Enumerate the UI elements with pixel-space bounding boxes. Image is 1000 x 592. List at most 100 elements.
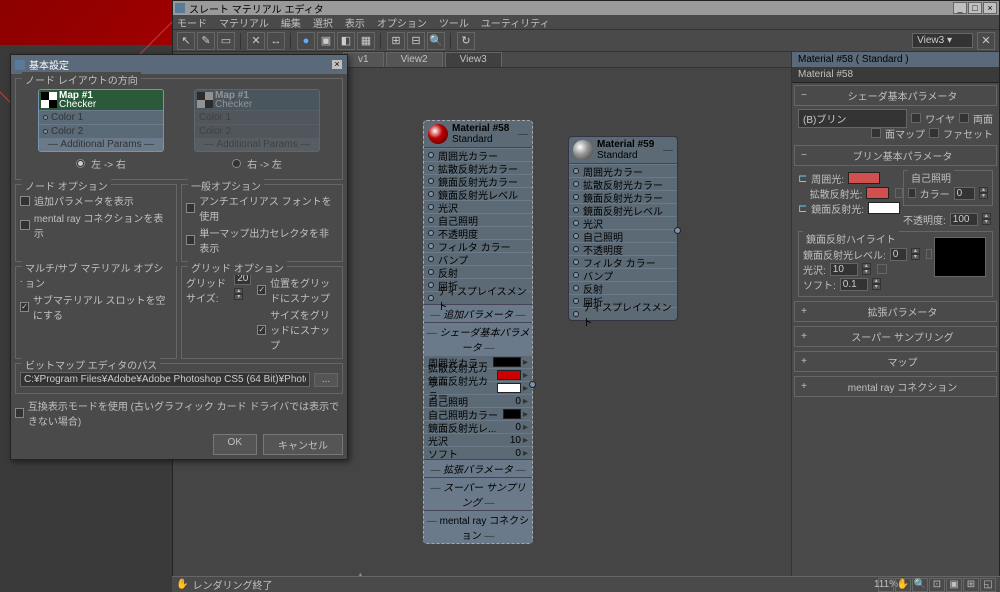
node-param[interactable]: バンプ xyxy=(424,252,532,265)
speclevel-spinner[interactable]: 0 xyxy=(890,248,907,261)
tab-view2[interactable]: View2 xyxy=(386,52,443,67)
browse-button[interactable]: ... xyxy=(314,373,338,387)
chk-emptyslots[interactable]: ✓ xyxy=(20,302,29,312)
node-param[interactable]: 自己照明 xyxy=(569,229,677,242)
chk-hideselector[interactable] xyxy=(186,235,195,245)
nav-zoom-icon[interactable]: 🔍 xyxy=(912,578,928,592)
node-param[interactable]: ディスプレイスメント xyxy=(569,307,677,320)
map-slot[interactable] xyxy=(926,249,932,259)
chk-mentalray[interactable] xyxy=(20,220,30,230)
node-param-swatch[interactable]: 自己照明カラー▸ xyxy=(424,407,532,420)
menu-select[interactable]: 選択 xyxy=(313,15,333,30)
tool-layout2-icon[interactable]: ⊟ xyxy=(407,32,425,50)
titlebar[interactable]: スレート マテリアル エディタ _ □ × xyxy=(173,1,999,15)
node-param[interactable]: 周囲光カラー xyxy=(424,148,532,161)
chk-addparams[interactable] xyxy=(20,196,30,206)
si-spinner[interactable]: 0 xyxy=(954,187,975,200)
node-param[interactable]: 鏡面反射光カラー xyxy=(569,190,677,203)
nav-all-icon[interactable]: ◱ xyxy=(980,578,996,592)
map-slot[interactable] xyxy=(877,264,887,274)
node-header[interactable]: Material #58Standard — xyxy=(424,121,532,148)
chk-compat[interactable] xyxy=(15,408,24,418)
node-param[interactable]: 鏡面反射光レベル xyxy=(424,187,532,200)
menu-tools[interactable]: ツール xyxy=(439,15,469,30)
tool-showmap-icon[interactable]: ▦ xyxy=(357,32,375,50)
tool-refresh-icon[interactable]: ↻ xyxy=(457,32,475,50)
node-param[interactable]: バンプ xyxy=(569,268,677,281)
radio-rl[interactable] xyxy=(232,159,241,168)
node-param[interactable]: 拡散反射光カラー xyxy=(424,161,532,174)
menu-material[interactable]: マテリアル xyxy=(219,15,269,30)
opacity-spinner[interactable]: 100 xyxy=(950,213,978,226)
menu-view[interactable]: 表示 xyxy=(345,15,365,30)
node-param[interactable]: 光沢 xyxy=(424,200,532,213)
tool-sphere-icon[interactable]: ● xyxy=(297,32,315,50)
tool-delview-icon[interactable]: ✕ xyxy=(977,32,995,50)
nav-extents-icon[interactable]: ⊞ xyxy=(963,578,979,592)
lock-icon[interactable]: ⊏ xyxy=(798,172,807,185)
node-section[interactable]: — 拡張パラメータ — xyxy=(424,459,532,477)
shader-rollout[interactable]: −シェーダ基本パラメータ xyxy=(794,85,997,106)
nav-pan-icon[interactable]: ✋ xyxy=(895,578,911,592)
collapse-icon[interactable]: — xyxy=(663,145,673,156)
node-param[interactable]: フィルタ カラー xyxy=(569,255,677,268)
node-param[interactable]: 自己照明 xyxy=(424,213,532,226)
node-param[interactable]: 不透明度 xyxy=(424,226,532,239)
menu-options[interactable]: オプション xyxy=(377,15,427,30)
menu-mode[interactable]: モード xyxy=(177,15,207,30)
chk-snapsize[interactable]: ✓ xyxy=(257,325,266,335)
hand-icon[interactable]: ✋ xyxy=(176,579,188,590)
node-param[interactable]: 鏡面反射光レベル xyxy=(569,203,677,216)
collapse-icon[interactable]: — xyxy=(518,129,528,140)
nav-fit-icon[interactable]: ⊡ xyxy=(929,578,945,592)
node-header[interactable]: Material #59Standard — xyxy=(569,137,677,164)
node-param-val[interactable]: ソフト0▸ xyxy=(424,446,532,459)
cancel-button[interactable]: キャンセル xyxy=(263,434,343,455)
menu-edit[interactable]: 編集 xyxy=(281,15,301,30)
map-slot[interactable] xyxy=(895,188,903,198)
dialog-close-button[interactable]: × xyxy=(331,59,343,70)
tab-view1[interactable]: v1 xyxy=(343,52,384,67)
tool-search-icon[interactable]: 🔍 xyxy=(427,32,445,50)
tool-show-icon[interactable]: ◧ xyxy=(337,32,355,50)
node-param[interactable]: 反射 xyxy=(424,265,532,278)
node-section[interactable]: — 追加パラメータ — xyxy=(424,304,532,322)
node-param[interactable]: 拡散反射光カラー xyxy=(569,177,677,190)
tab-view3[interactable]: View3 xyxy=(445,52,502,67)
node-param-val[interactable]: 鏡面反射光レ...0▸ xyxy=(424,420,532,433)
faceted-checkbox[interactable] xyxy=(929,128,939,138)
tool-layout-icon[interactable]: ⊞ xyxy=(387,32,405,50)
output-port[interactable] xyxy=(674,227,681,234)
node-param[interactable]: 光沢 xyxy=(569,216,677,229)
mentalray-rollout[interactable]: +mental ray コネクション xyxy=(794,376,997,397)
tool-pick-icon[interactable]: ↖ xyxy=(177,32,195,50)
node-param[interactable]: 鏡面反射光カラー xyxy=(424,174,532,187)
view-selector[interactable]: View3 ▾ xyxy=(912,33,973,48)
facemap-checkbox[interactable] xyxy=(871,128,881,138)
tool-box-icon[interactable]: ▣ xyxy=(317,32,335,50)
ok-button[interactable]: OK xyxy=(213,434,257,455)
material-node-59[interactable]: Material #59Standard — 周囲光カラー 拡散反射光カラー 鏡… xyxy=(568,136,678,321)
ambient-swatch[interactable] xyxy=(848,172,880,184)
diffuse-swatch[interactable] xyxy=(866,187,889,199)
close-button[interactable]: × xyxy=(983,2,997,14)
lock-icon[interactable]: ⊏ xyxy=(798,202,807,215)
twosided-checkbox[interactable] xyxy=(959,113,969,123)
ext-params-rollout[interactable]: +拡張パラメータ xyxy=(794,301,997,322)
node-section[interactable]: — シェーダ基本パラメータ — xyxy=(424,322,532,355)
layout-preview-lr[interactable]: Map #1Checker Color 1 Color 2 — Addition… xyxy=(38,89,164,171)
zoom-level[interactable]: 111% xyxy=(878,578,894,592)
menu-utilities[interactable]: ユーティリティ xyxy=(481,15,550,30)
tool-dropper-icon[interactable]: ✎ xyxy=(197,32,215,50)
node-param[interactable]: 不透明度 xyxy=(569,242,677,255)
minimize-button[interactable]: _ xyxy=(953,2,967,14)
layout-preview-rl[interactable]: Map #1Checker Color 1 Color 2 — Addition… xyxy=(194,89,320,171)
soft-spinner[interactable]: 0.1 xyxy=(840,278,868,291)
gloss-spinner[interactable]: 10 xyxy=(830,263,858,276)
maximize-button[interactable]: □ xyxy=(968,2,982,14)
tool-move-icon[interactable]: ↔ xyxy=(267,32,285,50)
bitmap-path-input[interactable] xyxy=(20,372,310,387)
node-param-val[interactable]: 光沢10▸ xyxy=(424,433,532,446)
specular-swatch[interactable] xyxy=(868,202,900,214)
node-section[interactable]: — mental ray mental ray コネクションコネクション — xyxy=(424,510,532,543)
